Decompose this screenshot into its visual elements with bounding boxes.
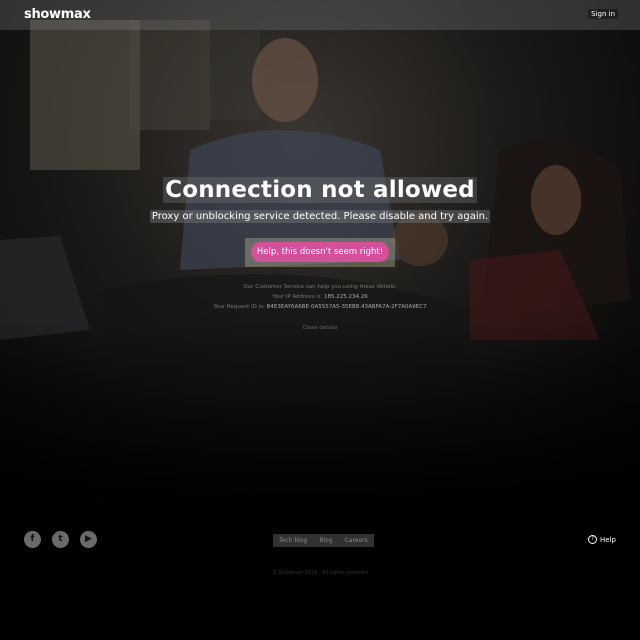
page-title: Connection not allowed: [163, 177, 477, 203]
careers-link[interactable]: Careers: [339, 534, 374, 547]
top-navbar: showmax Sign in: [0, 0, 640, 30]
request-id-value: B4E3EAY6A6BE-0A5557A5-35EB8.43ABFA7A-2F7…: [266, 304, 427, 310]
copyright: © Showmax 2024 · All rights reserved: [272, 570, 368, 576]
error-message: Proxy or unblocking service detected. Pl…: [149, 210, 491, 223]
sign-in-button[interactable]: Sign in: [588, 9, 618, 19]
tech-blog-link[interactable]: Tech blog: [273, 534, 313, 547]
ip-address-label: Your IP Address is:: [272, 294, 323, 300]
help-button[interactable]: Help, this doesn't seem right!: [251, 242, 389, 262]
footer-links: Tech blog Blog Careers: [273, 534, 374, 547]
facebook-icon[interactable]: f: [24, 531, 41, 548]
help-link-label: Help: [600, 535, 616, 544]
help-link[interactable]: ? Help: [588, 535, 616, 544]
ip-address-line: Your IP Address is: 185.225.234.26: [0, 294, 640, 300]
close-details-link[interactable]: Close details: [0, 325, 640, 331]
blog-link[interactable]: Blog: [313, 534, 338, 547]
request-id-label: Your Request ID is:: [213, 304, 265, 310]
showmax-logo[interactable]: showmax: [24, 7, 91, 22]
twitter-icon[interactable]: t: [52, 531, 69, 548]
help-button-container: Help, this doesn't seem right!: [245, 238, 395, 267]
ip-address-value: 185.225.234.26: [324, 294, 368, 300]
customer-service-info: Our Customer Service can help you using …: [243, 284, 397, 290]
question-icon: ?: [588, 535, 598, 544]
youtube-icon[interactable]: ▶: [80, 531, 97, 548]
request-id-line: Your Request ID is: B4E3EAY6A6BE-0A5557A…: [0, 304, 640, 310]
